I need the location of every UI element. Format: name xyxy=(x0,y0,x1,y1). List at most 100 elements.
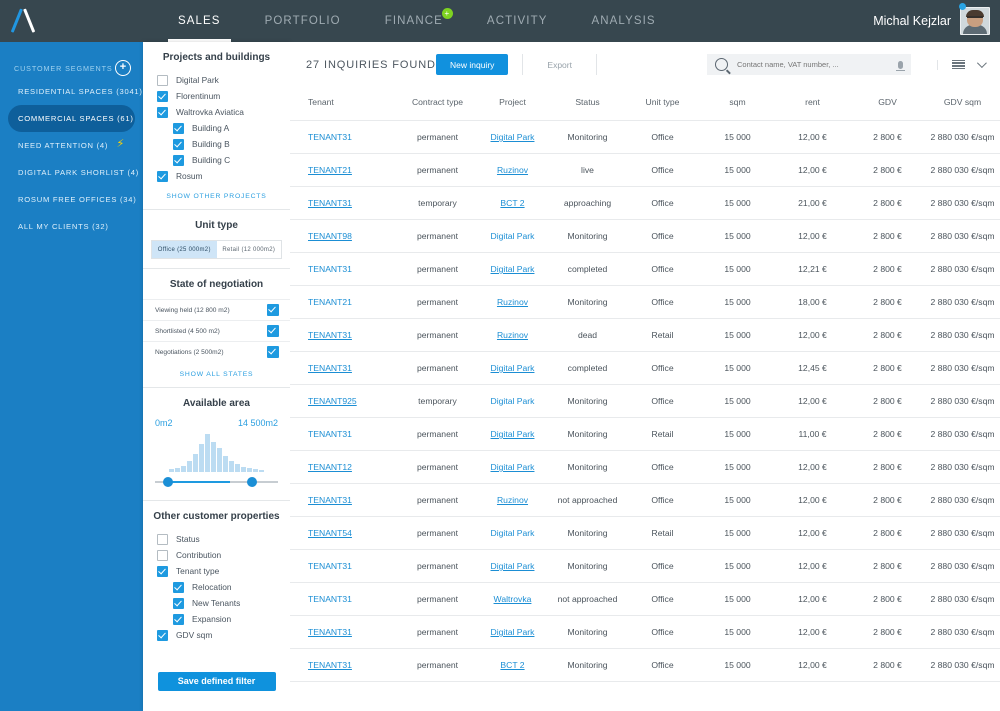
table-header-gdv[interactable]: GDV xyxy=(850,87,925,121)
cell-project[interactable]: Digital Park xyxy=(475,615,550,649)
sidebar-item-0[interactable]: RESIDENTIAL SPACES (3041) xyxy=(8,78,142,105)
cell-tenant[interactable]: TENANT31 xyxy=(290,615,400,649)
tenant-link[interactable]: TENANT31 xyxy=(308,363,352,373)
tenant-link[interactable]: TENANT21 xyxy=(308,297,352,307)
cell-tenant[interactable]: TENANT98 xyxy=(290,219,400,253)
table-row[interactable]: TENANT31 permanent Digital Park Monitoring O… xyxy=(290,549,1000,583)
cell-tenant[interactable]: TENANT54 xyxy=(290,516,400,550)
cell-project[interactable]: Waltrovka xyxy=(475,582,550,616)
project-link[interactable]: BCT 2 xyxy=(500,660,524,670)
checkbox-checked-icon[interactable] xyxy=(157,106,168,118)
table-row[interactable]: TENANT54 permanent Digital Park Monitoring R… xyxy=(290,516,1000,550)
table-row[interactable]: TENANT31 permanent BCT 2 Monitoring Office 15… xyxy=(290,648,1000,682)
checkbox-checked-icon[interactable] xyxy=(173,613,184,625)
sidebar-item-3[interactable]: DIGITAL PARK SHORLIST (4) xyxy=(8,159,138,186)
add-segment-icon[interactable]: + xyxy=(115,60,131,76)
slider-knob-max[interactable] xyxy=(247,477,257,487)
nav-item-activity[interactable]: ACTIVITY xyxy=(465,0,570,42)
cell-project[interactable]: Digital Park xyxy=(475,120,550,154)
save-defined-filter-button[interactable]: Save defined filter xyxy=(157,671,276,691)
checkbox-row[interactable]: GDV sqm xyxy=(143,627,290,643)
project-link[interactable]: Digital Park xyxy=(491,561,535,571)
project-link[interactable]: Ruzinov xyxy=(497,330,528,340)
cell-project[interactable]: Ruzinov xyxy=(475,483,550,517)
checkbox-row[interactable]: New Tenants xyxy=(143,595,290,611)
negotiation-row[interactable]: Viewing held (12 800 m2) xyxy=(143,299,290,320)
checkbox-unchecked-icon[interactable] xyxy=(157,74,168,86)
checkbox-unchecked-icon[interactable] xyxy=(157,533,168,545)
table-row[interactable]: TENANT31 temporary BCT 2 approaching Office 1… xyxy=(290,186,1000,220)
tenant-link[interactable]: TENANT31 xyxy=(308,561,352,571)
cell-tenant[interactable]: TENANT31 xyxy=(290,120,400,154)
cell-project[interactable]: Digital Park xyxy=(475,549,550,583)
cell-project[interactable]: Ruzinov xyxy=(475,285,550,319)
cell-tenant[interactable]: TENANT31 xyxy=(290,186,400,220)
new-inquiry-button[interactable]: New inquiry xyxy=(436,54,509,75)
nav-item-portfolio[interactable]: PORTFOLIO xyxy=(243,0,363,42)
checkbox-row[interactable]: Expansion xyxy=(143,611,290,627)
tenant-link[interactable]: TENANT31 xyxy=(308,627,352,637)
export-button[interactable]: Export xyxy=(522,54,597,75)
project-link[interactable]: Digital Park xyxy=(491,462,535,472)
search-box[interactable] xyxy=(706,54,911,75)
table-row[interactable]: TENANT31 permanent Digital Park completed Of… xyxy=(290,351,1000,385)
cell-project[interactable]: Digital Park xyxy=(475,450,550,484)
checkbox-row[interactable]: Status xyxy=(143,531,290,547)
project-link[interactable]: Digital Park xyxy=(491,231,535,241)
cell-tenant[interactable]: TENANT21 xyxy=(290,285,400,319)
sidebar-item-1[interactable]: COMMERCIAL SPACES (61) xyxy=(8,105,135,132)
slider-knob-min[interactable] xyxy=(163,477,173,487)
project-link[interactable]: Digital Park xyxy=(491,363,535,373)
table-header-rent[interactable]: rent xyxy=(775,87,850,121)
checkbox-row[interactable]: Rosum xyxy=(143,168,290,184)
checkbox-row[interactable]: Building C xyxy=(143,152,290,168)
tenant-link[interactable]: TENANT31 xyxy=(308,132,352,142)
avatar[interactable] xyxy=(960,7,990,35)
cell-project[interactable]: Digital Park xyxy=(475,252,550,286)
unit-type-toggle[interactable]: Office (25 000m2) Retail (12 000m2) xyxy=(151,240,282,259)
checkbox-row[interactable]: Contribution xyxy=(143,547,290,563)
checkbox-checked-icon[interactable] xyxy=(157,90,168,102)
checkbox-row[interactable]: Digital Park xyxy=(143,72,290,88)
cell-project[interactable]: Ruzinov xyxy=(475,318,550,352)
project-link[interactable]: Digital Park xyxy=(491,132,535,142)
table-row[interactable]: TENANT31 permanent Digital Park Monitoring O… xyxy=(290,615,1000,649)
cell-project[interactable]: Digital Park xyxy=(475,219,550,253)
table-row[interactable]: TENANT31 permanent Ruzinov not approached Of… xyxy=(290,483,1000,517)
unit-type-option-1[interactable]: Retail (12 000m2) xyxy=(217,241,282,258)
checkbox-row[interactable]: Florentinum xyxy=(143,88,290,104)
search-input[interactable] xyxy=(734,59,891,70)
show-other-projects-link[interactable]: SHOW OTHER PROJECTS xyxy=(143,179,328,200)
negotiation-row[interactable]: Negotiations (2 500m2) xyxy=(143,341,290,362)
microphone-icon[interactable] xyxy=(895,60,905,71)
nav-item-finance[interactable]: FINANCE + xyxy=(363,0,465,42)
cell-project[interactable]: Ruzinov xyxy=(475,153,550,187)
checkbox-checked-icon[interactable] xyxy=(267,325,279,337)
cell-project[interactable]: BCT 2 xyxy=(475,186,550,220)
tenant-link[interactable]: TENANT54 xyxy=(308,528,352,538)
cell-tenant[interactable]: TENANT31 xyxy=(290,417,400,451)
checkbox-row[interactable]: Relocation xyxy=(143,579,290,595)
table-header-tenant[interactable]: Tenant xyxy=(290,87,400,121)
project-link[interactable]: Digital Park xyxy=(491,528,535,538)
table-row[interactable]: TENANT31 permanent Digital Park Monitoring O… xyxy=(290,120,1000,154)
tenant-link[interactable]: TENANT31 xyxy=(308,264,352,274)
cell-project[interactable]: Digital Park xyxy=(475,384,550,418)
negotiation-row[interactable]: Shortlisted (4 500 m2) xyxy=(143,320,290,341)
cell-tenant[interactable]: TENANT31 xyxy=(290,351,400,385)
chevron-down-icon[interactable] xyxy=(976,58,987,69)
nav-item-analysis[interactable]: ANALYSIS xyxy=(569,0,677,42)
project-link[interactable]: Ruzinov xyxy=(497,495,528,505)
sidebar-item-4[interactable]: ROSUM FREE OFFICES (34) xyxy=(8,186,136,213)
table-row[interactable]: TENANT31 permanent Waltrovka not approached… xyxy=(290,582,1000,616)
tenant-link[interactable]: TENANT925 xyxy=(308,396,357,406)
checkbox-row[interactable]: Building B xyxy=(143,136,290,152)
sidebar-item-5[interactable]: ALL MY CLIENTS (32) xyxy=(8,213,135,240)
cell-tenant[interactable]: TENANT31 xyxy=(290,483,400,517)
cell-tenant[interactable]: TENANT21 xyxy=(290,153,400,187)
cell-tenant[interactable]: TENANT31 xyxy=(290,648,400,682)
user-menu[interactable]: Michal Kejzlar xyxy=(873,0,990,42)
tenant-link[interactable]: TENANT31 xyxy=(308,660,352,670)
table-header-unit-type[interactable]: Unit type xyxy=(625,87,700,121)
tenant-link[interactable]: TENANT31 xyxy=(308,495,352,505)
